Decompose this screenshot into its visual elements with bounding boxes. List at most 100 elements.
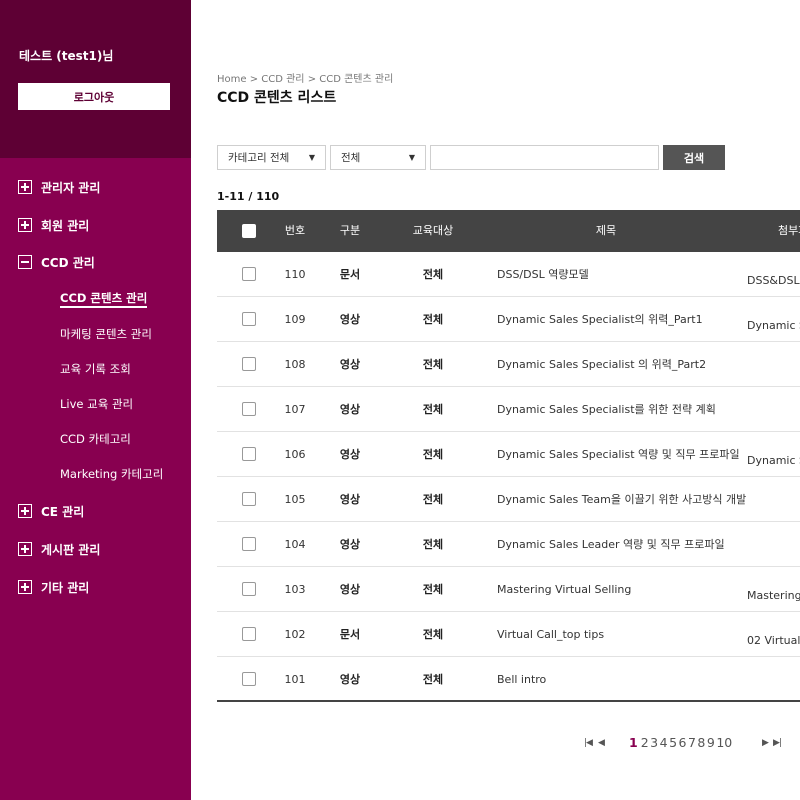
row-number: 102 (284, 628, 306, 641)
page-number[interactable]: 7 (688, 735, 696, 750)
submenu-marketing-category[interactable]: Marketing 카테고리 (60, 466, 163, 484)
page-number[interactable]: 8 (697, 735, 705, 750)
row-type: 영상 (339, 538, 361, 551)
plus-box-icon (18, 180, 32, 194)
table-row[interactable]: 104 영상 전체 Dynamic Sales Leader 역량 및 직무 프로파일 (217, 522, 800, 567)
menu-item-board[interactable]: 게시판 관리 (18, 539, 100, 559)
row-checkbox[interactable] (242, 627, 256, 641)
row-title-link[interactable]: Dynamic Sales Leader 역량 및 직무 프로파일 (497, 522, 725, 567)
page-numbers: 1 2 3 4 5 6 7 8 9 10 (629, 735, 734, 750)
minus-box-icon (18, 255, 32, 269)
row-type: 영상 (339, 673, 361, 686)
submenu-live-education[interactable]: Live 교육 관리 (60, 396, 133, 414)
column-header-target: 교육대상 (412, 224, 454, 237)
page-number[interactable]: 5 (669, 735, 677, 750)
row-checkbox[interactable] (242, 672, 256, 686)
table-row[interactable]: 105 영상 전체 Dynamic Sales Team을 이끌기 위한 사고방식 개… (217, 477, 800, 522)
row-checkbox[interactable] (242, 402, 256, 416)
submenu-ccd-content[interactable]: CCD 콘텐츠 관리 (60, 290, 148, 308)
row-checkbox[interactable] (242, 312, 256, 326)
submenu-marketing-content[interactable]: 마케팅 콘텐츠 관리 (60, 326, 152, 344)
row-type: 영상 (339, 493, 361, 506)
page-number[interactable]: 3 (650, 735, 658, 750)
table-row[interactable]: 106 영상 전체 Dynamic Sales Specialist 역량 및 직무 … (217, 432, 800, 477)
row-checkbox[interactable] (242, 447, 256, 461)
search-button[interactable]: 검색 (663, 145, 725, 170)
row-number: 105 (284, 493, 306, 506)
page-number[interactable]: 4 (660, 735, 668, 750)
page-number[interactable]: 10 (716, 735, 732, 750)
row-type: 영상 (339, 403, 361, 416)
breadcrumb: Home > CCD 관리 > CCD 콘텐츠 관리 (217, 74, 394, 85)
table-body: 110문서전체DSS/DSL 역량모델DSS&DSL 역109영상전체Dynam… (217, 252, 800, 702)
row-title-link[interactable]: Dynamic Sales Specialist를 위한 전략 계획 (497, 387, 716, 432)
row-number: 104 (284, 538, 306, 551)
row-title-link[interactable]: Mastering Virtual Selling (497, 567, 631, 612)
menu-item-label: 기타 관리 (41, 580, 90, 595)
caret-down-icon: ▼ (408, 153, 415, 162)
result-count: 1-11 / 110 (217, 190, 280, 203)
row-target: 전체 (422, 448, 444, 461)
row-checkbox[interactable] (242, 582, 256, 596)
caret-down-icon: ▼ (308, 153, 315, 162)
row-number: 108 (284, 358, 306, 371)
submenu-ccd-category[interactable]: CCD 카테고리 (60, 431, 131, 449)
page-number[interactable]: 9 (707, 735, 715, 750)
type-select-value: 전체 (341, 152, 361, 164)
menu-item-label: 회원 관리 (41, 218, 90, 233)
logout-button[interactable]: 로그아웃 (18, 83, 170, 110)
row-type: 영상 (339, 448, 361, 461)
next-page-icon[interactable]: ▶ (762, 738, 769, 748)
row-target: 전체 (422, 493, 444, 506)
select-all-checkbox[interactable] (242, 224, 256, 238)
row-title-link[interactable]: Bell intro (497, 657, 546, 702)
table-row[interactable]: 103 영상 전체 Mastering Virtual Selling Masterin… (217, 567, 800, 612)
row-type: 영상 (339, 358, 361, 371)
column-header-attachment: 첨부파 (778, 224, 800, 237)
sidebar: 테스트 (test1)님 로그아웃 관리자 관리 회원 관리 CCD 관리 CC… (0, 0, 191, 800)
page-number[interactable]: 2 (641, 735, 649, 750)
table-row[interactable]: 108 영상 전체 Dynamic Sales Specialist 의 위력_Par… (217, 342, 800, 387)
table-row[interactable]: 109 영상 전체 Dynamic Sales Specialist의 위력_Part… (217, 297, 800, 342)
row-title-link[interactable]: Dynamic Sales Specialist의 위력_Part1 (497, 297, 703, 342)
row-target: 전체 (422, 673, 444, 686)
row-target: 전체 (422, 628, 444, 641)
table-row[interactable]: 107 영상 전체 Dynamic Sales Specialist를 위한 전략 계… (217, 387, 800, 432)
menu-item-admin[interactable]: 관리자 관리 (18, 177, 100, 197)
row-number: 103 (284, 583, 306, 596)
row-checkbox[interactable] (242, 267, 256, 281)
row-title-link[interactable]: DSS/DSL 역량모델 (497, 252, 589, 297)
table-row[interactable]: 102문서전체Virtual Call_top tips02 Virtual C… (217, 612, 800, 657)
row-type: 문서 (339, 268, 361, 281)
first-page-icon[interactable]: |◀ (584, 738, 593, 748)
row-checkbox[interactable] (242, 357, 256, 371)
submenu-education-records[interactable]: 교육 기록 조회 (60, 361, 131, 379)
menu-item-label: CE 관리 (41, 504, 85, 519)
menu-item-ce[interactable]: CE 관리 (18, 501, 84, 521)
menu-item-ccd[interactable]: CCD 관리 (18, 252, 95, 272)
row-checkbox[interactable] (242, 537, 256, 551)
row-target: 전체 (422, 268, 444, 281)
page-number[interactable]: 1 (629, 735, 638, 750)
page-number[interactable]: 6 (679, 735, 687, 750)
row-checkbox[interactable] (242, 492, 256, 506)
row-title-link[interactable]: Dynamic Sales Team을 이끌기 위한 사고방식 개발 (497, 477, 746, 522)
table-row[interactable]: 110문서전체DSS/DSL 역량모델DSS&DSL 역 (217, 252, 800, 297)
row-type: 영상 (339, 313, 361, 326)
plus-box-icon (18, 542, 32, 556)
menu-item-label: 게시판 관리 (41, 542, 101, 557)
table-row[interactable]: 101 영상 전체 Bell intro (217, 657, 800, 702)
menu-item-members[interactable]: 회원 관리 (18, 215, 89, 235)
type-select[interactable]: 전체 ▼ (330, 145, 426, 170)
row-title-link[interactable]: Dynamic Sales Specialist 역량 및 직무 프로파일 (497, 432, 740, 477)
category-select[interactable]: 카테고리 전체 ▼ (217, 145, 326, 170)
plus-box-icon (18, 580, 32, 594)
row-title-link[interactable]: Dynamic Sales Specialist 의 위력_Part2 (497, 342, 706, 387)
category-select-value: 카테고리 전체 (228, 152, 290, 164)
prev-page-icon[interactable]: ◀ (598, 738, 605, 748)
row-title-link[interactable]: Virtual Call_top tips (497, 612, 604, 657)
last-page-icon[interactable]: ▶| (773, 738, 782, 748)
menu-item-etc[interactable]: 기타 관리 (18, 577, 89, 597)
search-input[interactable] (430, 145, 659, 170)
row-number: 101 (284, 673, 306, 686)
